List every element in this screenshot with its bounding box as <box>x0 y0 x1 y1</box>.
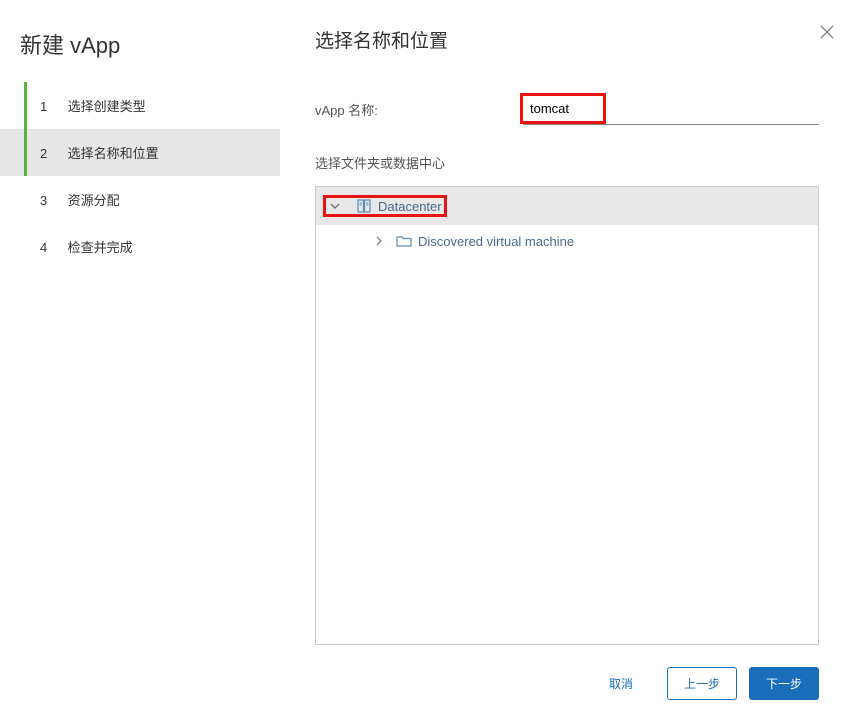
folder-section-label: 选择文件夹或数据中心 <box>315 153 819 172</box>
step-number: 1 <box>40 99 50 114</box>
close-icon[interactable] <box>817 22 837 42</box>
step-number: 4 <box>40 240 50 255</box>
step-review[interactable]: 4 检查并完成 <box>0 223 280 270</box>
vapp-name-input-wrap <box>523 93 819 125</box>
location-tree: Datacenter Discovered virtual machine <box>315 186 819 645</box>
folder-icon <box>396 233 412 249</box>
tree-node-datacenter[interactable]: Datacenter <box>316 187 818 225</box>
panel-title: 选择名称和位置 <box>315 26 819 53</box>
next-button[interactable]: 下一步 <box>749 667 819 700</box>
tree-node-label: Discovered virtual machine <box>418 234 574 249</box>
step-number: 2 <box>40 146 50 161</box>
vapp-name-row: vApp 名称: <box>315 93 819 125</box>
chevron-right-icon[interactable] <box>372 234 386 248</box>
tree-node-folder[interactable]: Discovered virtual machine <box>316 225 818 257</box>
step-name-location[interactable]: 2 选择名称和位置 <box>0 129 280 176</box>
highlight-box <box>520 93 606 124</box>
step-resource-allocation[interactable]: 3 资源分配 <box>0 176 280 223</box>
step-label: 选择名称和位置 <box>68 146 159 161</box>
step-number: 3 <box>40 193 50 208</box>
cancel-button[interactable]: 取消 <box>593 668 649 699</box>
tree-node-label: Datacenter <box>378 199 442 214</box>
back-button[interactable]: 上一步 <box>667 667 737 700</box>
wizard-footer: 取消 上一步 下一步 <box>315 645 819 700</box>
wizard-sidebar: 新建 vApp 1 选择创建类型 2 选择名称和位置 3 资源分配 4 检查并完… <box>0 0 280 718</box>
chevron-down-icon[interactable] <box>328 199 342 213</box>
step-label: 选择创建类型 <box>68 99 146 114</box>
step-label: 检查并完成 <box>68 240 133 255</box>
step-select-type[interactable]: 1 选择创建类型 <box>0 82 280 129</box>
main-panel: 选择名称和位置 vApp 名称: 选择文件夹或数据中心 Datacenter <box>280 0 859 718</box>
wizard-steps: 1 选择创建类型 2 选择名称和位置 3 资源分配 4 检查并完成 <box>0 82 280 270</box>
vapp-name-label: vApp 名称: <box>315 100 523 119</box>
highlight-box: Datacenter <box>323 195 447 217</box>
datacenter-icon <box>356 198 372 214</box>
step-label: 资源分配 <box>68 193 120 208</box>
wizard-title: 新建 vApp <box>0 0 280 82</box>
vapp-name-input[interactable] <box>526 99 600 118</box>
